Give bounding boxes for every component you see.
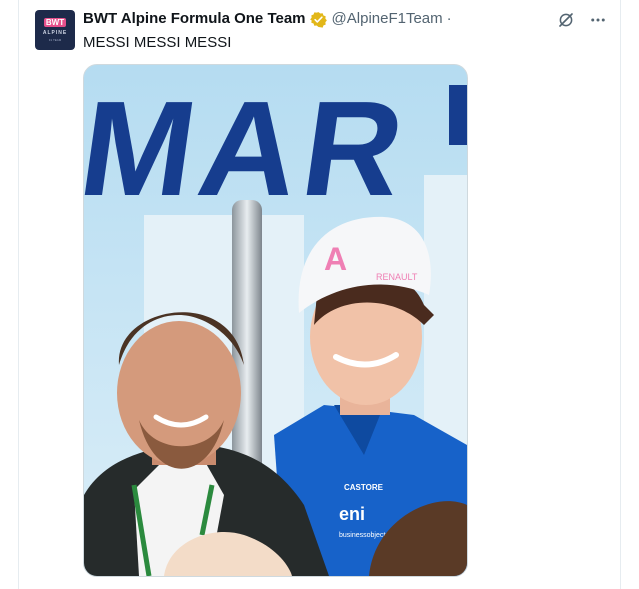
header-separator: · <box>446 10 452 27</box>
verified-badge-icon <box>309 11 327 28</box>
author-avatar[interactable]: BWT ALPINE F1 TEAM <box>35 10 75 50</box>
cap-logo: A <box>324 241 347 277</box>
cap-text: RENAULT <box>376 272 418 282</box>
sponsor-subtext: businessobjects <box>339 532 389 539</box>
avatar-logo-tag: F1 TEAM <box>48 38 62 42</box>
column-border-right <box>620 0 621 589</box>
tweet-header: BWT Alpine Formula One Team @AlpineF1Tea… <box>83 9 452 29</box>
tweet-card[interactable]: BWT ALPINE F1 TEAM BWT Alpine Formula On… <box>19 0 620 589</box>
trophy-pole <box>232 200 262 480</box>
grok-icon[interactable] <box>556 10 576 30</box>
sponsor-logo: eni <box>339 504 365 524</box>
left-person-face <box>117 321 241 465</box>
author-name[interactable]: BWT Alpine Formula One Team <box>83 9 306 29</box>
more-options-icon[interactable] <box>588 10 608 30</box>
chest-brand: CASTORE <box>344 483 384 492</box>
tweet-media-photo[interactable]: MAR A RENAULT CASTORE eni businessobject… <box>83 64 468 577</box>
avatar-logo-subtext: ALPINE <box>42 30 68 36</box>
tweet-actions <box>556 10 608 30</box>
wall-letter-fragment <box>449 85 467 145</box>
tweet-text: MESSI MESSI MESSI <box>83 34 232 51</box>
author-handle[interactable]: @AlpineF1Team <box>332 9 443 29</box>
avatar-logo-text: BWT <box>43 18 67 27</box>
